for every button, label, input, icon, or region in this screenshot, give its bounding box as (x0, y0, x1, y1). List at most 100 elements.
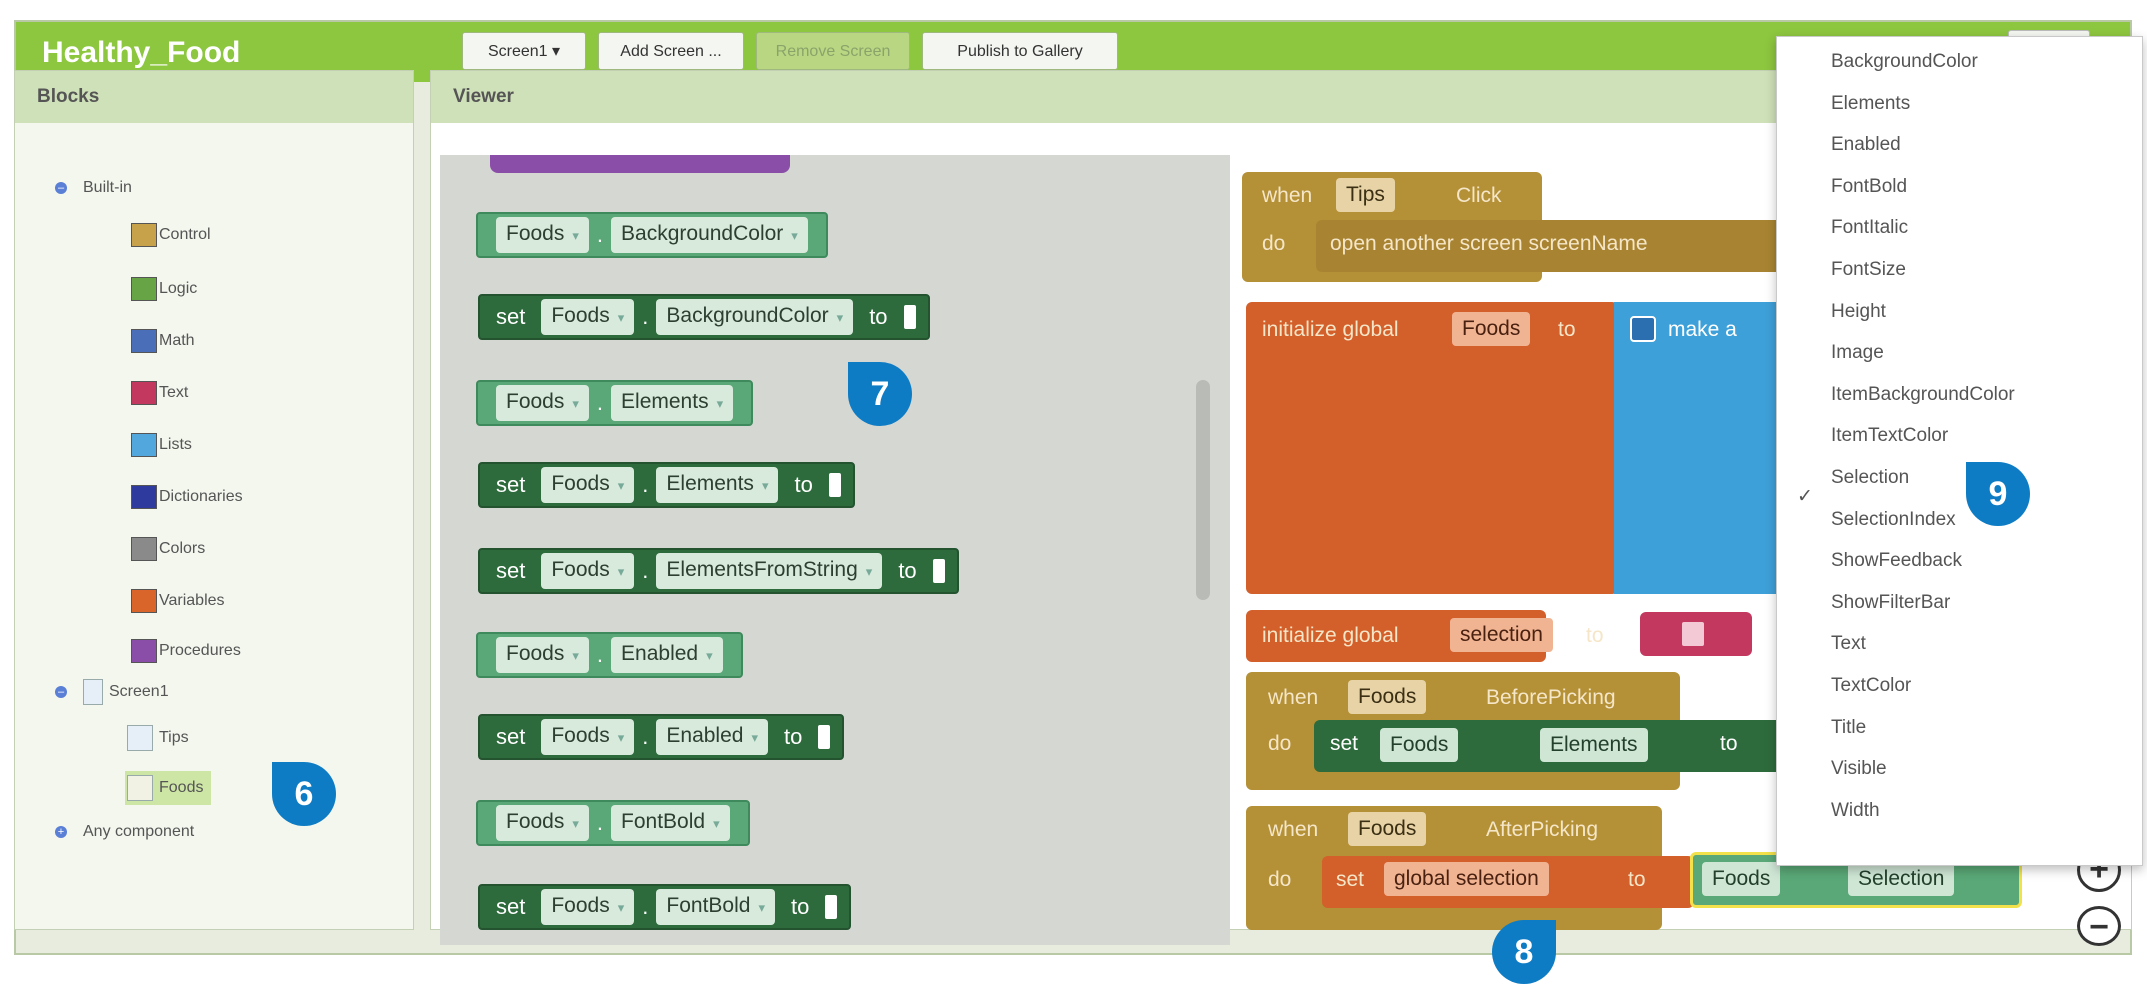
dropdown-option-backgroundcolor[interactable]: BackgroundColor (1831, 51, 1978, 73)
expand-icon[interactable]: + (55, 826, 67, 838)
get-foods-enabled-block[interactable]: Foods ▾. Enabled ▾ (476, 632, 743, 678)
variable-name-field[interactable]: Foods (1452, 312, 1531, 346)
dropdown-option-image[interactable]: Image (1831, 342, 1884, 364)
dropdown-option-selectionindex[interactable]: SelectionIndex (1831, 509, 1956, 531)
zoom-out-button[interactable]: − (2077, 906, 2121, 946)
builtin-drawer-variables[interactable]: Variables (131, 589, 225, 613)
to-keyword: to (1586, 624, 1604, 647)
remove-screen-button[interactable]: Remove Screen (756, 32, 910, 70)
component-dropdown[interactable]: Foods ▾ (496, 217, 589, 253)
get-foods-backgroundcolor-block[interactable]: Foods ▾. BackgroundColor ▾ (476, 212, 828, 258)
property-dropdown[interactable]: Elements (1540, 728, 1648, 762)
dropdown-option-fontitalic[interactable]: FontItalic (1831, 217, 1908, 239)
dropdown-option-showfilterbar[interactable]: ShowFilterBar (1831, 592, 1950, 614)
property-dropdown[interactable]: BackgroundColor ▾ (656, 299, 854, 335)
dropdown-arrow-icon: ▾ (617, 310, 625, 325)
builtin-drawer-lists[interactable]: Lists (131, 433, 192, 457)
init-global-foods-block[interactable] (1246, 302, 1618, 594)
dropdown-option-elements[interactable]: Elements (1831, 93, 1910, 115)
get-foods-fontbold-block[interactable]: Foods ▾. FontBold ▾ (476, 800, 750, 846)
variable-dropdown[interactable]: global selection (1384, 862, 1549, 896)
set-foods-elementsfromstring-block[interactable]: set Foods ▾. ElementsFromString ▾ to (478, 548, 959, 594)
property-dropdown[interactable]: FontBold ▾ (611, 805, 730, 841)
tree-screen1[interactable]: – Screen1 (55, 679, 169, 705)
tree-any-component[interactable]: + Any component (55, 823, 194, 841)
component-dropdown[interactable]: Foods ▾ (541, 299, 635, 335)
foods-component-dropdown[interactable]: Foods (1348, 812, 1427, 846)
dropdown-option-title[interactable]: Title (1831, 717, 1866, 739)
drawer-label: Dictionaries (159, 488, 243, 505)
dropdown-arrow-icon: ▾ (865, 564, 873, 579)
component-dropdown[interactable]: Foods (1702, 862, 1781, 896)
dropdown-option-fontbold[interactable]: FontBold (1831, 176, 1907, 198)
make-a-list-block[interactable] (1614, 302, 1784, 594)
dropdown-option-itembackgroundcolor[interactable]: ItemBackgroundColor (1831, 384, 2015, 406)
callout-9: 9 (1966, 462, 2030, 526)
blocks-panel: Blocks – Built-in Control Logic Math Text Li… (14, 70, 414, 930)
get-foods-elements-block[interactable]: Foods ▾. Elements ▾ (476, 380, 754, 426)
dropdown-option-itemtextcolor[interactable]: ItemTextColor (1831, 425, 1948, 447)
component-name: Foods (551, 894, 610, 917)
property-dropdown[interactable]: FontBold ▾ (656, 889, 775, 925)
builtin-drawer-procedures[interactable]: Procedures (131, 639, 241, 663)
foods-component-dropdown[interactable]: Foods (1348, 680, 1427, 714)
property-dropdown[interactable]: Selection (1848, 862, 1955, 896)
property-name: Elements (666, 472, 754, 495)
variable-name-field[interactable]: selection (1450, 618, 1553, 652)
text-field[interactable] (1682, 622, 1704, 646)
tree-component-tips[interactable]: Tips (127, 725, 189, 751)
set-foods-enabled-block[interactable]: set Foods ▾. Enabled ▾ to (478, 714, 845, 760)
component-dropdown[interactable]: Foods ▾ (541, 719, 635, 755)
builtin-drawer-logic[interactable]: Logic (131, 277, 197, 301)
tips-component-dropdown[interactable]: Tips (1336, 178, 1395, 212)
property-dropdown[interactable]: BackgroundColor ▾ (611, 217, 808, 253)
component-dropdown[interactable]: Foods ▾ (541, 889, 635, 925)
dropdown-option-textcolor[interactable]: TextColor (1831, 675, 1911, 697)
collapse-icon[interactable]: – (55, 182, 67, 194)
set-foods-fontbold-block[interactable]: set Foods ▾. FontBold ▾ to (478, 884, 852, 930)
dropdown-option-showfeedback[interactable]: ShowFeedback (1831, 550, 1962, 572)
component-dropdown[interactable]: Foods ▾ (541, 553, 635, 589)
mutator-gear-icon[interactable] (1630, 316, 1656, 342)
procedure-block-partial[interactable] (490, 155, 790, 173)
dropdown-option-visible[interactable]: Visible (1831, 758, 1887, 780)
add-screen-button[interactable]: Add Screen ... (598, 32, 744, 70)
screen-select-button[interactable]: Screen1 ▾ (462, 32, 586, 70)
component-dropdown[interactable]: Foods (1380, 728, 1459, 762)
builtin-drawer-control[interactable]: Control (131, 223, 211, 247)
property-name: Enabled (621, 642, 699, 665)
dropdown-option-selection[interactable]: Selection (1831, 467, 1909, 489)
builtin-drawer-dictionaries[interactable]: Dictionaries (131, 485, 243, 509)
property-dropdown[interactable]: Enabled ▾ (611, 637, 723, 673)
property-name: ElementsFromString (666, 558, 858, 581)
when-keyword: when (1262, 184, 1313, 207)
dropdown-option-height[interactable]: Height (1831, 301, 1886, 323)
initialize-global-label: initialize global (1262, 624, 1399, 647)
builtin-drawer-text[interactable]: Text (131, 381, 188, 405)
publish-to-gallery-button[interactable]: Publish to Gallery (922, 32, 1118, 70)
set-foods-backgroundcolor-block[interactable]: set Foods ▾. BackgroundColor ▾ to (478, 294, 930, 340)
tree-component-foods[interactable]: Foods (125, 771, 212, 805)
property-dropdown[interactable]: Enabled ▾ (656, 719, 768, 755)
collapse-icon[interactable]: – (55, 686, 67, 698)
dropdown-option-enabled[interactable]: Enabled (1831, 134, 1901, 156)
component-dropdown[interactable]: Foods ▾ (496, 385, 589, 421)
builtin-drawer-colors[interactable]: Colors (131, 537, 205, 561)
property-dropdown[interactable]: Elements ▾ (656, 467, 779, 503)
property-dropdown[interactable]: Elements ▾ (611, 385, 734, 421)
callout-6: 6 (272, 762, 336, 826)
dropdown-option-width[interactable]: Width (1831, 800, 1880, 822)
dropdown-option-text[interactable]: Text (1831, 633, 1866, 655)
dropdown-option-fontsize[interactable]: FontSize (1831, 259, 1906, 281)
flyout-scrollbar[interactable] (1196, 380, 1210, 600)
dropdown-arrow-icon: ▾ (617, 900, 625, 915)
set-foods-elements-block[interactable]: set Foods ▾. Elements ▾ to (478, 462, 855, 508)
property-dropdown[interactable]: ElementsFromString ▾ (656, 553, 883, 589)
component-dropdown[interactable]: Foods ▾ (541, 467, 635, 503)
component-dropdown[interactable]: Foods ▾ (496, 637, 589, 673)
empty-text-block[interactable] (1640, 612, 1752, 656)
component-dropdown[interactable]: Foods ▾ (496, 805, 589, 841)
builtin-drawer-math[interactable]: Math (131, 329, 195, 353)
tree-builtin[interactable]: – Built-in (55, 179, 132, 197)
component-name: Foods (506, 390, 565, 413)
